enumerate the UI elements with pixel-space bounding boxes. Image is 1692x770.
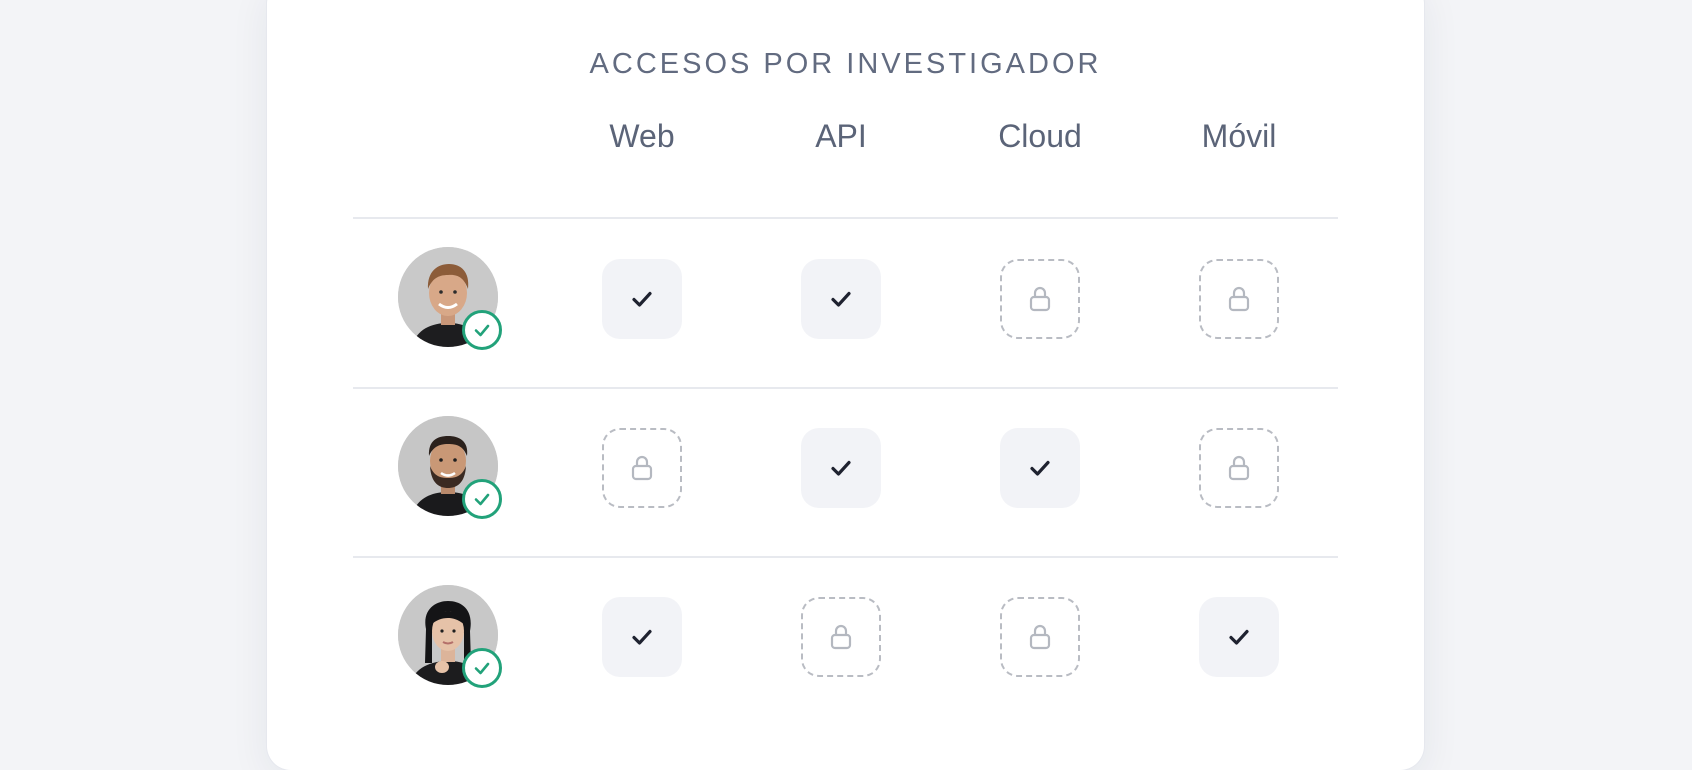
page-background-left xyxy=(0,0,267,768)
column-header-cloud: Cloud xyxy=(998,118,1082,154)
check-icon xyxy=(632,291,652,307)
card-title: ACCESOS POR INVESTIGADOR xyxy=(589,48,1102,80)
access-web-granted[interactable] xyxy=(602,597,682,677)
access-api-granted[interactable] xyxy=(801,428,881,508)
lock-icon xyxy=(1029,286,1051,312)
column-header-movil: Móvil xyxy=(1201,118,1277,154)
researcher-row xyxy=(267,416,1424,519)
researcher-row xyxy=(267,247,1424,350)
lock-icon xyxy=(1228,455,1250,481)
verified-badge-check-circle-icon xyxy=(462,479,502,519)
access-matrix-card: ACCESOS POR INVESTIGADOR Web API Cloud M… xyxy=(267,0,1424,770)
access-api-locked[interactable] xyxy=(801,597,881,677)
researcher-avatar-wrap[interactable] xyxy=(398,416,502,519)
column-header-api: API xyxy=(815,118,867,154)
check-icon xyxy=(632,629,652,645)
row-divider xyxy=(353,387,1338,389)
verified-badge-check-circle-icon xyxy=(462,648,502,688)
access-web-granted[interactable] xyxy=(602,259,682,339)
lock-icon xyxy=(830,624,852,650)
access-cloud-locked[interactable] xyxy=(1000,597,1080,677)
researcher-avatar-wrap[interactable] xyxy=(398,247,502,350)
check-icon xyxy=(1030,460,1050,476)
researcher-row xyxy=(267,585,1424,688)
column-header-web: Web xyxy=(609,118,675,154)
access-cloud-granted[interactable] xyxy=(1000,428,1080,508)
page-background-right xyxy=(1425,0,1692,768)
verified-badge-check-circle-icon xyxy=(462,310,502,350)
lock-icon xyxy=(1029,624,1051,650)
access-movil-locked[interactable] xyxy=(1199,259,1279,339)
header-divider xyxy=(353,217,1338,219)
access-web-locked[interactable] xyxy=(602,428,682,508)
access-api-granted[interactable] xyxy=(801,259,881,339)
check-icon xyxy=(831,460,851,476)
check-icon xyxy=(831,291,851,307)
access-movil-locked[interactable] xyxy=(1199,428,1279,508)
lock-icon xyxy=(1228,286,1250,312)
access-movil-granted[interactable] xyxy=(1199,597,1279,677)
lock-icon xyxy=(631,455,653,481)
access-cloud-locked[interactable] xyxy=(1000,259,1080,339)
researcher-avatar-wrap[interactable] xyxy=(398,585,502,688)
check-icon xyxy=(1229,629,1249,645)
row-divider xyxy=(353,556,1338,558)
